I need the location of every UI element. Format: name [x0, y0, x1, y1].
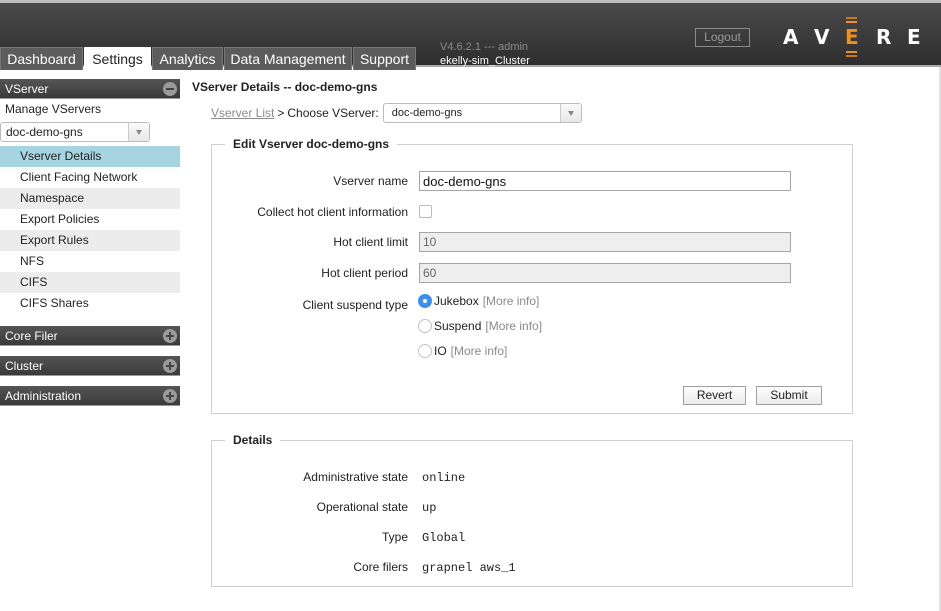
- chevron-down-icon: [128, 123, 149, 141]
- sidebar: VServer Manage VServers doc-demo-gns Vse…: [0, 79, 180, 406]
- logo-letter: R: [876, 25, 892, 49]
- details-fieldset: Details Administrative state online Oper…: [211, 433, 853, 587]
- detail-row: Type Global: [212, 530, 852, 546]
- logo-letter: V: [814, 25, 830, 49]
- choose-vserver-value: doc-demo-gns: [391, 107, 463, 119]
- choose-vserver-select[interactable]: doc-demo-gns: [382, 103, 582, 123]
- detail-label: Administrative state: [303, 470, 408, 484]
- avere-logo: A V E R E: [783, 17, 938, 57]
- plus-circle-icon[interactable]: [163, 359, 177, 373]
- radio-button-io[interactable]: [418, 344, 432, 358]
- edit-vserver-fieldset: Edit Vserver doc-demo-gns Vserver name C…: [211, 137, 853, 414]
- tab-data-management[interactable]: Data Management: [224, 47, 352, 70]
- detail-row: Operational state up: [212, 500, 852, 516]
- detail-value: online: [422, 471, 466, 485]
- version-text: V4.6.2.1 --- admin: [440, 41, 529, 53]
- section-title: Administration: [5, 389, 82, 403]
- details-legend: Details: [225, 433, 281, 447]
- more-info-link[interactable]: [More info]: [451, 344, 508, 358]
- detail-row: Administrative state online: [212, 470, 852, 486]
- radio-button-jukebox[interactable]: [418, 294, 432, 308]
- version-info: V4.6.2.1 --- admin ekelly-sim_Cluster: [440, 41, 530, 67]
- tab-support[interactable]: Support: [353, 47, 416, 70]
- vserver-nav-list: Vserver Details Client Facing Network Na…: [0, 146, 180, 314]
- detail-row: Core filers grapnel aws_1: [212, 560, 852, 576]
- submit-button[interactable]: Submit: [756, 386, 822, 405]
- radio-option-jukebox[interactable]: Jukebox [More info]: [418, 293, 539, 309]
- sidebar-item-export-rules[interactable]: Export Rules: [0, 230, 180, 251]
- edit-vserver-legend: Edit Vserver doc-demo-gns: [225, 137, 398, 151]
- sidebar-section-administration[interactable]: Administration: [0, 386, 180, 406]
- section-title: Cluster: [5, 359, 44, 373]
- tab-dashboard[interactable]: Dashboard: [0, 47, 83, 70]
- top-header-bar: Dashboard Settings Analytics Data Manage…: [0, 0, 941, 71]
- hot-period-label: Hot client period: [321, 266, 408, 280]
- detail-value: up: [422, 501, 437, 515]
- sidebar-vserver-select[interactable]: doc-demo-gns: [0, 122, 150, 142]
- logo-letter: E: [907, 25, 921, 49]
- radio-option-suspend[interactable]: Suspend [More info]: [418, 318, 542, 334]
- section-title: Core Filer: [5, 329, 58, 343]
- sidebar-section-core-filer[interactable]: Core Filer: [0, 326, 180, 346]
- detail-label: Type: [381, 530, 408, 544]
- plus-circle-icon[interactable]: [163, 389, 177, 403]
- logout-button[interactable]: Logout: [695, 28, 750, 47]
- main-tabs: Dashboard Settings Analytics Data Manage…: [0, 47, 417, 71]
- manage-vservers-link[interactable]: Manage VServers: [0, 99, 180, 120]
- sidebar-item-nfs[interactable]: NFS: [0, 251, 180, 272]
- vserver-list-link[interactable]: Vserver List: [211, 106, 274, 120]
- hot-limit-row: Hot client limit: [212, 232, 852, 252]
- sidebar-item-namespace[interactable]: Namespace: [0, 188, 180, 209]
- logo-letter-accent: E: [845, 21, 876, 53]
- sidebar-vserver-select-value: doc-demo-gns: [6, 125, 83, 139]
- sidebar-item-vserver-details[interactable]: Vserver Details: [0, 146, 180, 167]
- plus-circle-icon[interactable]: [163, 329, 177, 343]
- sidebar-item-cifs-shares[interactable]: CIFS Shares: [0, 293, 180, 314]
- vserver-name-input[interactable]: [419, 171, 791, 191]
- vserver-name-label: Vserver name: [333, 174, 408, 188]
- suspend-type-label: Client suspend type: [302, 298, 408, 312]
- more-info-link[interactable]: [More info]: [485, 319, 542, 333]
- detail-value: Global: [422, 531, 466, 545]
- section-title: VServer: [5, 82, 49, 96]
- sidebar-item-export-policies[interactable]: Export Policies: [0, 209, 180, 230]
- choose-vserver-label: Choose VServer:: [287, 106, 379, 120]
- tab-settings[interactable]: Settings: [84, 47, 151, 71]
- radio-button-suspend[interactable]: [418, 319, 432, 333]
- detail-label: Operational state: [316, 500, 408, 514]
- hot-period-row: Hot client period: [212, 263, 852, 283]
- detail-value: grapnel aws_1: [422, 561, 516, 575]
- hot-limit-label: Hot client limit: [333, 235, 408, 249]
- hot-period-input[interactable]: [419, 263, 791, 283]
- sidebar-item-cifs[interactable]: CIFS: [0, 272, 180, 293]
- detail-label: Core filers: [353, 560, 408, 574]
- revert-button[interactable]: Revert: [683, 386, 746, 405]
- collect-hot-label: Collect hot client information: [257, 205, 408, 219]
- radio-option-io[interactable]: IO [More info]: [418, 343, 507, 359]
- radio-label: Jukebox: [434, 294, 479, 308]
- cluster-name: ekelly-sim_Cluster: [440, 55, 530, 67]
- collect-hot-checkbox[interactable]: [419, 205, 432, 218]
- tab-analytics[interactable]: Analytics: [152, 47, 223, 70]
- sidebar-item-client-facing-network[interactable]: Client Facing Network: [0, 167, 180, 188]
- minus-circle-icon[interactable]: [163, 82, 177, 96]
- logo-letter: A: [783, 25, 799, 49]
- collect-hot-row: Collect hot client information: [212, 202, 852, 222]
- radio-label: IO: [434, 344, 447, 358]
- breadcrumb-separator: >: [277, 106, 285, 120]
- breadcrumb: Vserver List > Choose VServer: doc-demo-…: [211, 103, 582, 123]
- sidebar-section-cluster[interactable]: Cluster: [0, 356, 180, 376]
- hot-limit-input[interactable]: [419, 232, 791, 252]
- sidebar-section-vserver[interactable]: VServer: [0, 79, 180, 99]
- vserver-name-row: Vserver name: [212, 171, 852, 191]
- page-title: VServer Details -- doc-demo-gns: [192, 80, 378, 94]
- more-info-link[interactable]: [More info]: [483, 294, 540, 308]
- radio-label: Suspend: [434, 319, 482, 333]
- chevron-down-icon: [559, 104, 581, 122]
